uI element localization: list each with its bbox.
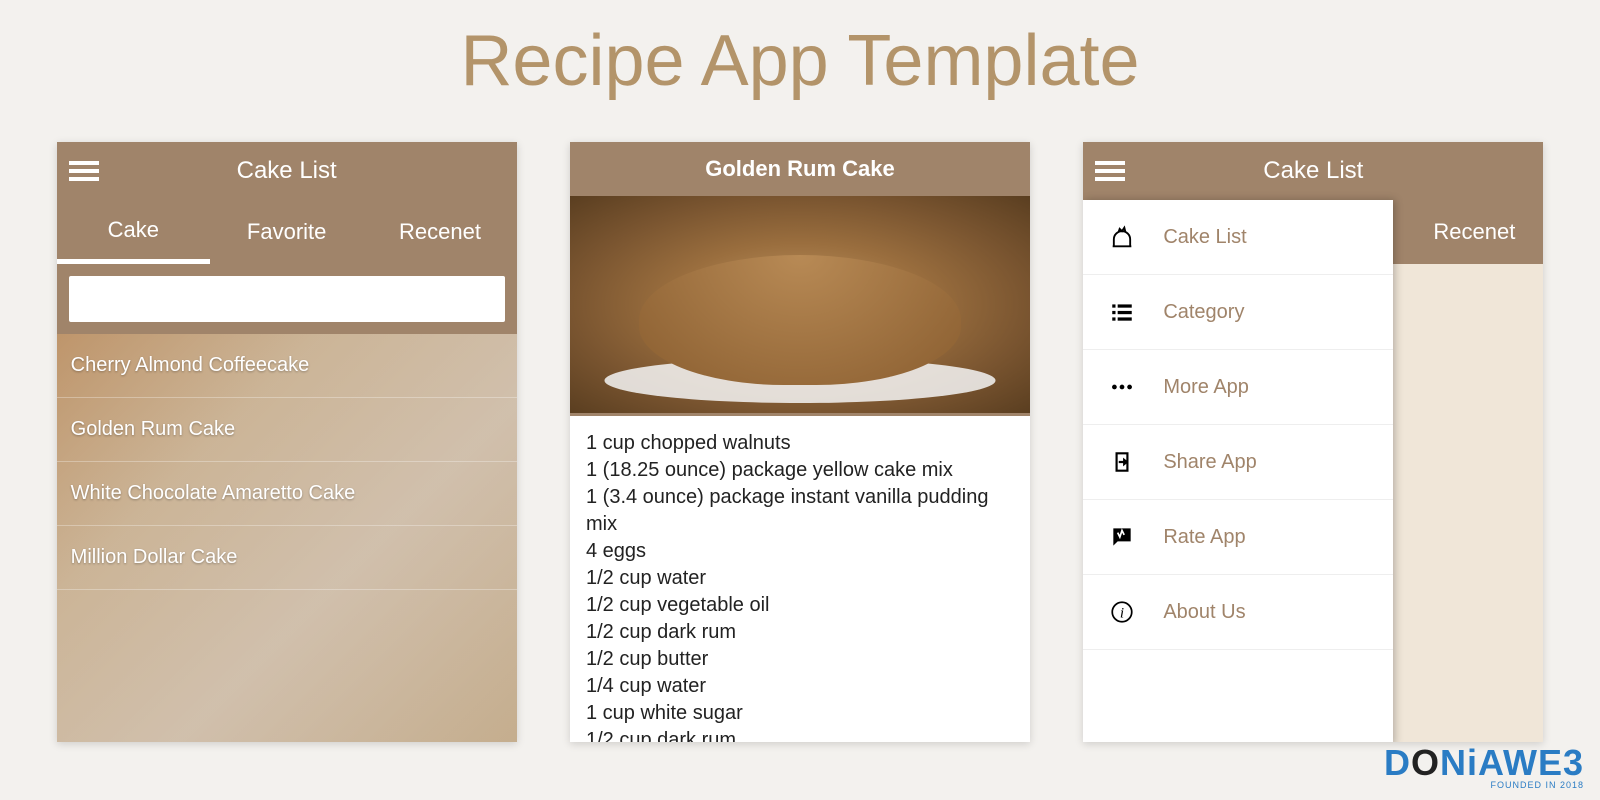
drawer-label: Share App [1163,451,1256,474]
info-icon: i [1107,597,1137,627]
ingredient: 1 cup white sugar [586,700,1014,727]
ingredient: 1/2 cup dark rum [586,619,1014,646]
drawer-label: Rate App [1163,526,1245,549]
drawer-item-cake-list[interactable]: Cake List [1083,200,1393,275]
drawer-label: About Us [1163,601,1245,624]
nav-drawer: Cake List Category More App Share App [1083,200,1393,742]
ingredient: 1/2 cup dark rum [586,727,1014,742]
ingredients-list: 1 cup chopped walnuts 1 (18.25 ounce) pa… [570,416,1030,742]
tabs: Cake Favorite Recenet [57,200,517,264]
hamburger-icon[interactable] [69,157,99,185]
ingredient: 4 eggs [586,538,1014,565]
hamburger-icon[interactable] [1095,157,1125,185]
ingredient: 1/4 cup water [586,673,1014,700]
watermark: DONiAWE3 FOUNDED IN 2018 [1384,742,1584,790]
drawer-item-about-us[interactable]: i About Us [1083,575,1393,650]
list-item[interactable]: Golden Rum Cake [57,398,517,462]
screens-container: Cake List Cake Favorite Recenet Cherry A… [0,142,1600,742]
tab-favorite[interactable]: Favorite [210,200,363,264]
screen-drawer: Cake List Recenet Cake List Category [1083,142,1543,742]
list-icon [1107,297,1137,327]
search-area [57,264,517,334]
tab-visible[interactable]: Recenet [1433,219,1515,245]
page-title: Recipe App Template [0,0,1600,142]
ingredient: 1 (18.25 ounce) package yellow cake mix [586,457,1014,484]
ingredient: 1/2 cup water [586,565,1014,592]
rate-icon [1107,522,1137,552]
recipe-image [570,196,1030,416]
svg-text:i: i [1120,604,1124,621]
screen-cake-list: Cake List Cake Favorite Recenet Cherry A… [57,142,517,742]
tab-cake[interactable]: Cake [57,200,210,264]
search-input[interactable] [69,276,505,322]
topbar-title: Cake List [99,157,475,185]
ingredient: 1 cup chopped walnuts [586,430,1014,457]
list-item[interactable]: White Chocolate Amaretto Cake [57,462,517,526]
drawer-item-share-app[interactable]: Share App [1083,425,1393,500]
ingredient: 1/2 cup vegetable oil [586,592,1014,619]
drawer-label: More App [1163,376,1249,399]
screen-recipe-detail: Golden Rum Cake 1 cup chopped walnuts 1 … [570,142,1030,742]
share-icon [1107,447,1137,477]
drawer-label: Cake List [1163,226,1246,249]
topbar: Cake List [1083,142,1543,200]
ingredient: 1/2 cup butter [586,646,1014,673]
topbar: Cake List [57,142,517,200]
drawer-item-more-app[interactable]: More App [1083,350,1393,425]
ingredient: 1 (3.4 ounce) package instant vanilla pu… [586,484,1014,538]
recipe-list: Cherry Almond Coffeecake Golden Rum Cake… [57,334,517,742]
drawer-label: Category [1163,301,1244,324]
list-item[interactable]: Million Dollar Cake [57,526,517,590]
tab-recent[interactable]: Recenet [363,200,516,264]
list-item[interactable]: Cherry Almond Coffeecake [57,334,517,398]
drawer-item-category[interactable]: Category [1083,275,1393,350]
drawer-item-rate-app[interactable]: Rate App [1083,500,1393,575]
dots-icon [1107,372,1137,402]
topbar-title: Cake List [1125,157,1501,185]
recipe-title: Golden Rum Cake [570,142,1030,196]
cake-icon [1107,222,1137,252]
